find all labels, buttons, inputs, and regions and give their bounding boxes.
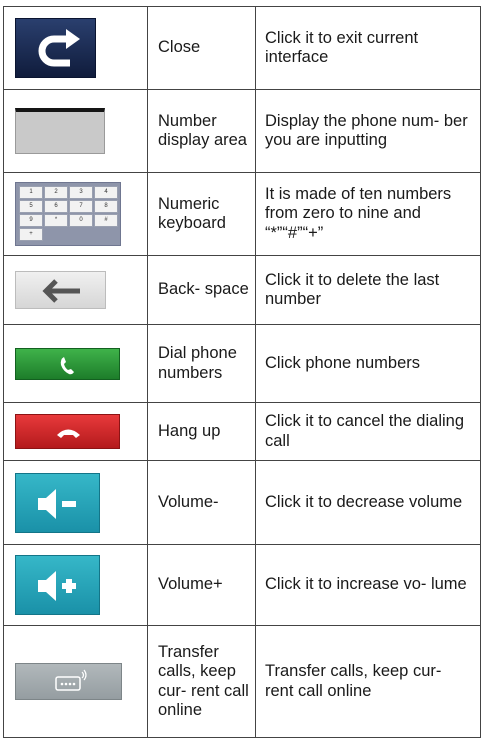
function-name: Volume+ bbox=[158, 575, 223, 594]
table-row: Dial phone numbers Click phone numbers bbox=[3, 324, 481, 403]
transfer-call-icon bbox=[15, 663, 122, 700]
keypad-key: * bbox=[44, 214, 68, 227]
function-table: Close Click it to exit current interface… bbox=[3, 6, 481, 738]
function-name: Close bbox=[158, 38, 201, 57]
table-row: Hang up Click it to cancel the dialing c… bbox=[3, 402, 481, 461]
function-name: Hang up bbox=[158, 421, 221, 440]
redo-arrow-icon bbox=[15, 18, 96, 78]
function-name: Number display area bbox=[158, 111, 247, 150]
volume-up-icon bbox=[15, 555, 100, 615]
function-description: Click it to decrease volume bbox=[265, 492, 463, 511]
table-row: Transfer calls, keep cur- rent call onli… bbox=[3, 625, 481, 738]
keypad-key: + bbox=[19, 228, 43, 241]
function-description: Click it to cancel the dialing call bbox=[265, 412, 465, 450]
keypad-key: 9 bbox=[19, 214, 43, 227]
function-description: Click it to delete the last number bbox=[265, 270, 440, 309]
table-row: 1 2 3 4 5 6 7 8 9 * 0 # + Numeric keyboa… bbox=[3, 172, 481, 256]
function-description: Display the phone num- ber you are input… bbox=[265, 111, 468, 150]
function-name: Back- space bbox=[158, 280, 249, 299]
keypad-key: 4 bbox=[94, 186, 118, 199]
keypad-key: # bbox=[94, 214, 118, 227]
numeric-keypad-icon: 1 2 3 4 5 6 7 8 9 * 0 # + bbox=[15, 182, 121, 246]
function-description: Click it to increase vo- lume bbox=[265, 575, 467, 594]
function-description: Click phone numbers bbox=[265, 353, 420, 372]
table-row: Number display area Display the phone nu… bbox=[3, 89, 481, 173]
function-name: Dial phone numbers bbox=[158, 344, 237, 382]
keypad-key: 6 bbox=[44, 200, 68, 213]
function-description: It is made of ten numbers from zero to n… bbox=[265, 184, 452, 242]
keypad-key: 1 bbox=[19, 186, 43, 199]
phone-icon bbox=[15, 347, 120, 380]
function-description: Click it to exit current interface bbox=[265, 28, 419, 67]
keypad-key: 5 bbox=[19, 200, 43, 213]
keypad-key: 2 bbox=[44, 186, 68, 199]
keypad-key: 7 bbox=[69, 200, 93, 213]
function-name: Numeric keyboard bbox=[158, 194, 226, 233]
number-display-area-icon bbox=[15, 108, 105, 154]
table-row: Volume- Click it to decrease volume bbox=[3, 460, 481, 545]
keypad-key: 8 bbox=[94, 200, 118, 213]
volume-down-icon bbox=[15, 472, 100, 533]
table-row: Close Click it to exit current interface bbox=[3, 6, 481, 90]
function-name: Volume- bbox=[158, 492, 219, 511]
function-description: Transfer calls, keep cur- rent call onli… bbox=[265, 662, 442, 700]
keypad-key: 3 bbox=[69, 186, 93, 199]
function-name: Transfer calls, keep cur- rent call onli… bbox=[158, 642, 249, 720]
table-row: Back- space Click it to delete the last … bbox=[3, 255, 481, 325]
table-row: Volume+ Click it to increase vo- lume bbox=[3, 544, 481, 626]
keypad-key: 0 bbox=[69, 214, 93, 227]
backspace-arrow-icon bbox=[15, 271, 106, 309]
hang-up-icon bbox=[15, 414, 120, 449]
